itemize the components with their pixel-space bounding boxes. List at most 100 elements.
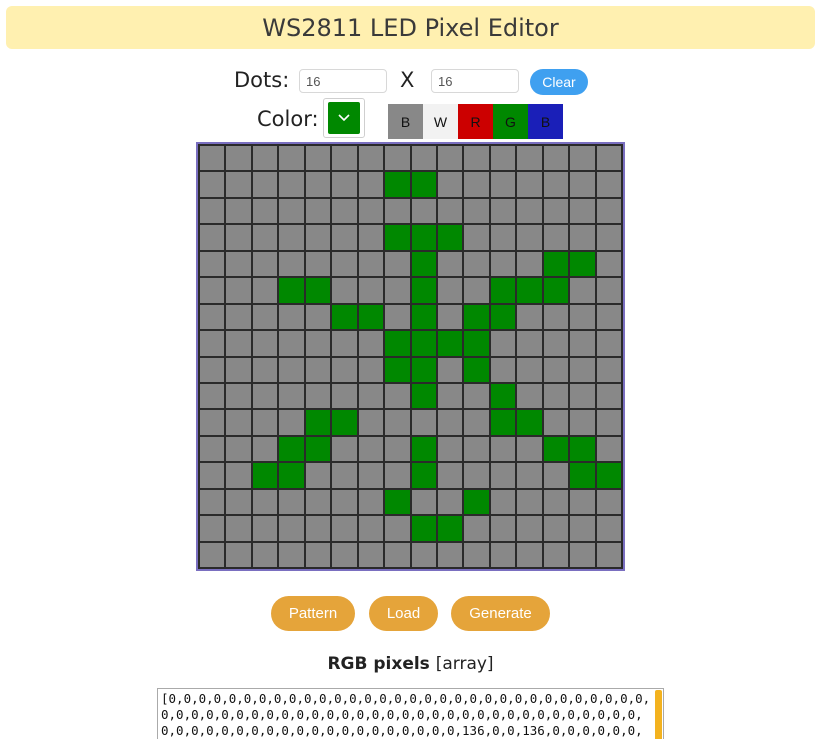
pixel-cell[interactable] <box>385 542 410 567</box>
pixel-cell[interactable] <box>490 489 516 515</box>
pixel-cell[interactable] <box>358 357 384 382</box>
pixel-cell[interactable] <box>252 304 278 330</box>
pixel-cell[interactable] <box>200 146 225 171</box>
pixel-cell[interactable] <box>464 489 489 515</box>
pixel-cell[interactable] <box>596 410 621 435</box>
pixel-cell[interactable] <box>226 410 251 435</box>
pixel-cell[interactable] <box>490 146 516 171</box>
pixel-cell[interactable] <box>226 357 251 382</box>
pixel-cell[interactable] <box>200 542 225 567</box>
pixel-cell[interactable] <box>543 463 569 488</box>
pixel-cell[interactable] <box>490 516 516 541</box>
pixel-cell[interactable] <box>332 146 357 171</box>
pixel-cell[interactable] <box>517 146 542 171</box>
pixel-cell[interactable] <box>279 278 304 303</box>
pixel-cell[interactable] <box>464 383 489 409</box>
pixel-cell[interactable] <box>517 251 542 277</box>
pixel-cell[interactable] <box>437 172 463 197</box>
pixel-cell[interactable] <box>543 172 569 197</box>
pixel-cell[interactable] <box>543 331 569 356</box>
pixel-cell[interactable] <box>279 410 304 435</box>
pixel-cell[interactable] <box>358 225 384 250</box>
pixel-cell[interactable] <box>358 198 384 224</box>
pixel-cell[interactable] <box>543 278 569 303</box>
pixel-cell[interactable] <box>543 304 569 330</box>
pixel-cell[interactable] <box>252 146 278 171</box>
pixel-cell[interactable] <box>490 304 516 330</box>
pixel-cell[interactable] <box>385 331 410 356</box>
pixel-cell[interactable] <box>279 198 304 224</box>
swatch-white-button[interactable]: W <box>423 104 458 139</box>
pixel-cell[interactable] <box>279 331 304 356</box>
pixel-cell[interactable] <box>464 542 489 567</box>
pixel-cell[interactable] <box>200 436 225 462</box>
pixel-cell[interactable] <box>517 198 542 224</box>
pixel-cell[interactable] <box>279 516 304 541</box>
pixel-cell[interactable] <box>279 146 304 171</box>
pixel-cell[interactable] <box>305 251 331 277</box>
pixel-cell[interactable] <box>252 489 278 515</box>
pixel-cell[interactable] <box>490 410 516 435</box>
pixel-cell[interactable] <box>305 304 331 330</box>
pixel-cell[interactable] <box>543 225 569 250</box>
pixel-cell[interactable] <box>543 357 569 382</box>
pixel-cell[interactable] <box>570 410 595 435</box>
pixel-cell[interactable] <box>332 383 357 409</box>
pixel-cell[interactable] <box>279 489 304 515</box>
pixel-cell[interactable] <box>305 278 331 303</box>
pixel-cell[interactable] <box>464 331 489 356</box>
pixel-cell[interactable] <box>226 489 251 515</box>
dots-height-input[interactable] <box>431 69 519 93</box>
pixel-cell[interactable] <box>358 516 384 541</box>
pixel-cell[interactable] <box>437 516 463 541</box>
pixel-cell[interactable] <box>570 489 595 515</box>
pixel-cell[interactable] <box>332 542 357 567</box>
pixel-cell[interactable] <box>543 251 569 277</box>
pixel-cell[interactable] <box>358 172 384 197</box>
pixel-cell[interactable] <box>570 251 595 277</box>
pixel-cell[interactable] <box>570 198 595 224</box>
pixel-cell[interactable] <box>385 463 410 488</box>
dots-width-input[interactable] <box>299 69 387 93</box>
pixel-cell[interactable] <box>332 304 357 330</box>
pixel-cell[interactable] <box>437 278 463 303</box>
pixel-cell[interactable] <box>305 383 331 409</box>
pixel-cell[interactable] <box>252 410 278 435</box>
pixel-cell[interactable] <box>385 198 410 224</box>
pixel-cell[interactable] <box>517 463 542 488</box>
pixel-cell[interactable] <box>570 436 595 462</box>
pixel-cell[interactable] <box>411 410 436 435</box>
pixel-cell[interactable] <box>464 172 489 197</box>
pixel-cell[interactable] <box>464 410 489 435</box>
pixel-cell[interactable] <box>385 278 410 303</box>
pixel-cell[interactable] <box>464 278 489 303</box>
pixel-cell[interactable] <box>200 516 225 541</box>
pixel-cell[interactable] <box>596 198 621 224</box>
pixel-cell[interactable] <box>305 172 331 197</box>
pixel-cell[interactable] <box>305 463 331 488</box>
pixel-cell[interactable] <box>570 278 595 303</box>
pixel-cell[interactable] <box>252 516 278 541</box>
pixel-cell[interactable] <box>437 436 463 462</box>
pixel-cell[interactable] <box>332 278 357 303</box>
pixel-cell[interactable] <box>570 304 595 330</box>
pixel-cell[interactable] <box>437 542 463 567</box>
pixel-cell[interactable] <box>279 463 304 488</box>
pixel-cell[interactable] <box>570 357 595 382</box>
pixel-cell[interactable] <box>464 463 489 488</box>
pixel-cell[interactable] <box>358 463 384 488</box>
pixel-cell[interactable] <box>252 225 278 250</box>
pixel-cell[interactable] <box>279 172 304 197</box>
pixel-cell[interactable] <box>358 436 384 462</box>
pixel-cell[interactable] <box>358 304 384 330</box>
pixel-cell[interactable] <box>570 542 595 567</box>
pixel-cell[interactable] <box>596 225 621 250</box>
pixel-cell[interactable] <box>596 383 621 409</box>
pixel-cell[interactable] <box>332 251 357 277</box>
pixel-cell[interactable] <box>543 436 569 462</box>
pixel-cell[interactable] <box>358 331 384 356</box>
pixel-cell[interactable] <box>226 463 251 488</box>
pixel-cell[interactable] <box>252 542 278 567</box>
pixel-cell[interactable] <box>517 172 542 197</box>
pixel-cell[interactable] <box>437 331 463 356</box>
